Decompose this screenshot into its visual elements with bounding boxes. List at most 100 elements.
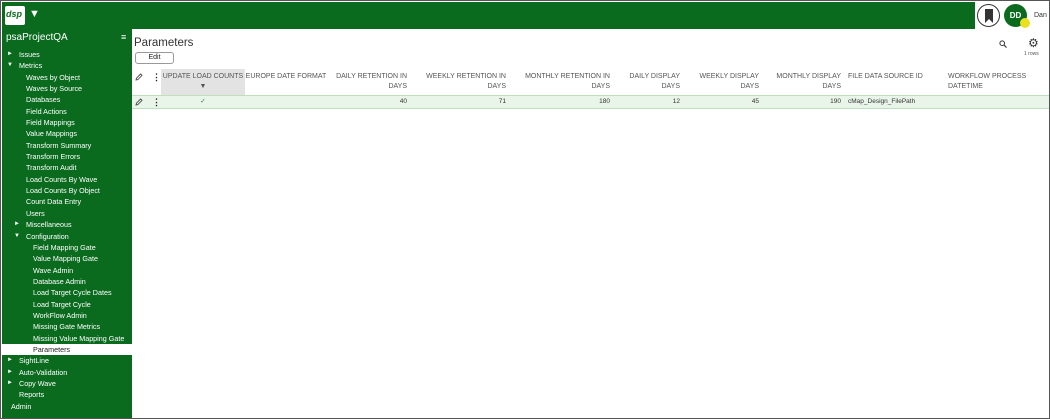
sidebar-item-miscellaneous[interactable]: ► Miscellaneous (2, 219, 132, 230)
sidebar-item-label: Admin (11, 401, 32, 411)
user-name[interactable]: Dan (1034, 12, 1047, 19)
edit-button[interactable]: Edit (135, 52, 174, 64)
sidebar-item-reports[interactable]: Reports (2, 389, 132, 400)
edit-column-pencil-icon[interactable] (135, 73, 143, 87)
table-cell (945, 96, 1049, 108)
sidebar-item-database-admin[interactable]: Database Admin (2, 276, 132, 287)
sidebar-item-label: Metrics (19, 61, 43, 71)
sidebar: psaProjectQA ≡ ► Issues ▼ Metrics Waves by O… (2, 29, 132, 418)
sidebar-item-label: Waves by Object (26, 72, 81, 82)
bookmark-icon[interactable] (977, 4, 1000, 27)
gear-icon[interactable]: ⚙ (1028, 36, 1039, 50)
column-header-monthly-retention-in-days[interactable]: MONTHLY RETENTION IN DAYS (510, 69, 614, 95)
sidebar-item-users[interactable]: Users (2, 208, 132, 219)
sidebar-item-field-mappings[interactable]: Field Mappings (2, 117, 132, 128)
sidebar-item-label: Field Mappings (26, 118, 75, 128)
column-header-europe-date-format[interactable]: EUROPE DATE FORMAT (245, 69, 327, 95)
sidebar-item-sightline[interactable]: ► SightLine (2, 355, 132, 366)
sidebar-item-label: Transform Audit (26, 163, 77, 173)
hamburger-icon[interactable]: ≡ (121, 32, 126, 42)
sidebar-item-label: Value Mapping Gate (33, 254, 98, 264)
project-name: psaProjectQA (6, 32, 68, 43)
sidebar-item-label: Transform Errors (26, 152, 81, 162)
table-cell: 180 (599, 98, 610, 105)
app-frame: dsp ▼ DD Dan psaProjectQA ≡ ► Issues ▼ Metr… (0, 0, 1050, 419)
sidebar-item-label: Reports (19, 390, 45, 400)
sidebar-item-parameters[interactable]: Parameters (2, 343, 132, 356)
search-icon (999, 40, 1007, 48)
sidebar-item-label: Missing Value Mapping Gate (33, 333, 125, 343)
sidebar-item-auto-validation[interactable]: ► Auto-Validation (2, 367, 132, 378)
column-header-file-data-source-id[interactable]: FILE DATA SOURCE ID (845, 69, 945, 95)
table-cell: 190 (830, 98, 841, 105)
sidebar-item-label: Database Admin (33, 276, 86, 286)
row-edit-pencil-icon[interactable] (135, 98, 143, 112)
sidebar-item-label: Load Counts By Object (26, 186, 100, 196)
sidebar-item-label: Count Data Entry (26, 197, 82, 207)
sidebar-item-value-mappings[interactable]: Value Mappings (2, 128, 132, 139)
sidebar-item-label: WorkFlow Admin (33, 310, 87, 320)
rows-count: 1 rows (1024, 51, 1039, 57)
sidebar-item-transform-summary[interactable]: Transform Summary (2, 140, 132, 151)
column-header-update-load-counts[interactable]: UPDATE LOAD COUNTS ▼ (161, 69, 245, 95)
caret-right-icon: ► (7, 379, 13, 386)
dsp-logo[interactable]: dsp (5, 6, 25, 25)
sidebar-item-metrics[interactable]: ▼ Metrics (2, 60, 132, 71)
sidebar-item-waves-by-object[interactable]: Waves by Object (2, 72, 132, 83)
sidebar-item-missing-value-mapping-gate[interactable]: Missing Value Mapping Gate (2, 333, 132, 344)
sidebar-item-label: SightLine (19, 356, 49, 366)
main-content: Parameters Edit ⚙ 1 rows ⋮ UPDATE LOAD C… (132, 29, 1049, 418)
sidebar-item-load-counts-by-wave[interactable]: Load Counts By Wave (2, 174, 132, 185)
sidebar-item-label: Configuration (26, 231, 69, 241)
sidebar-item-label: Databases (26, 95, 61, 105)
sidebar-item-transform-audit[interactable]: Transform Audit (2, 162, 132, 173)
sidebar-item-label: Miscellaneous (26, 220, 72, 230)
table-cell: 71 (498, 98, 506, 105)
sidebar-item-configuration[interactable]: ▼ Configuration (2, 231, 132, 242)
column-menu-icon[interactable]: ⋮ (152, 72, 161, 86)
column-header-workflow-process-datetime[interactable]: WORKFLOW PROCESS DATETIME (945, 69, 1049, 95)
sidebar-item-load-counts-by-object[interactable]: Load Counts By Object (2, 185, 132, 196)
sidebar-item-missing-gate-metrics[interactable]: Missing Gate Metrics (2, 321, 132, 332)
table-row[interactable]: ⋮ ✓ 40 71 180 12 45 190 cMap_Design_FilePath (132, 95, 1049, 109)
parameters-table: ⋮ UPDATE LOAD COUNTS ▼ EUROPE DATE FORMAT… (132, 69, 1049, 109)
sidebar-item-admin[interactable]: Admin (2, 401, 132, 412)
sidebar-item-issues[interactable]: ► Issues (2, 49, 132, 60)
sidebar-item-label: Wave Admin (33, 265, 74, 275)
row-menu-icon[interactable]: ⋮ (152, 96, 161, 110)
sidebar-item-label: Auto-Validation (19, 367, 68, 377)
sidebar-item-load-target-cycle-dates[interactable]: Load Target Cycle Dates (2, 287, 132, 298)
caret-down-icon: ▼ (7, 62, 13, 69)
table-cell: 40 (399, 98, 407, 105)
sidebar-item-label: Load Target Cycle (33, 299, 91, 309)
sidebar-item-count-data-entry[interactable]: Count Data Entry (2, 196, 132, 207)
table-cell: cMap_Design_FilePath (848, 98, 916, 105)
table-cell[interactable]: ✓ (161, 96, 245, 108)
logo-text: dsp (6, 9, 23, 19)
sidebar-item-transform-errors[interactable]: Transform Errors (2, 151, 132, 162)
column-header-daily-retention-in-days[interactable]: DAILY RETENTION IN DAYS (327, 69, 411, 95)
sidebar-item-field-mapping-gate[interactable]: Field Mapping Gate (2, 242, 132, 253)
search-button[interactable] (996, 38, 1026, 50)
sidebar-item-label: Missing Gate Metrics (33, 322, 101, 332)
sidebar-item-field-actions[interactable]: Field Actions (2, 106, 132, 117)
sidebar-item-load-target-cycle[interactable]: Load Target Cycle (2, 299, 132, 310)
sidebar-item-label: Issues (19, 50, 40, 59)
sidebar-item-value-mapping-gate[interactable]: Value Mapping Gate (2, 253, 132, 264)
column-header-weekly-display-days[interactable]: WEEKLY DISPLAY DAYS (684, 69, 763, 95)
column-header-daily-display-days[interactable]: DAILY DISPLAY DAYS (614, 69, 684, 95)
sidebar-item-databases[interactable]: Databases (2, 94, 132, 105)
sidebar-item-wave-admin[interactable]: Wave Admin (2, 265, 132, 276)
table-header: ⋮ UPDATE LOAD COUNTS ▼ EUROPE DATE FORMAT… (132, 69, 1049, 95)
app-menu-caret-icon[interactable]: ▼ (29, 8, 40, 20)
column-header-monthly-display-days[interactable]: MONTHLY DISPLAY DAYS (763, 69, 845, 95)
sidebar-item-workflow-admin[interactable]: WorkFlow Admin (2, 310, 132, 321)
sidebar-item-label: Load Target Cycle Dates (33, 288, 112, 298)
sidebar-item-label: Field Actions (26, 106, 67, 116)
table-body: ⋮ ✓ 40 71 180 12 45 190 cMap_Design_FilePath (132, 95, 1049, 109)
sidebar-item-waves-by-source[interactable]: Waves by Source (2, 83, 132, 94)
user-area: DD Dan (975, 2, 1049, 29)
sidebar-nav: ► Issues ▼ Metrics Waves by Object Waves by S… (2, 49, 132, 412)
column-header-weekly-retention-in-days[interactable]: WEEKLY RETENTION IN DAYS (411, 69, 510, 95)
sidebar-item-copy-wave[interactable]: ► Copy Wave (2, 378, 132, 389)
